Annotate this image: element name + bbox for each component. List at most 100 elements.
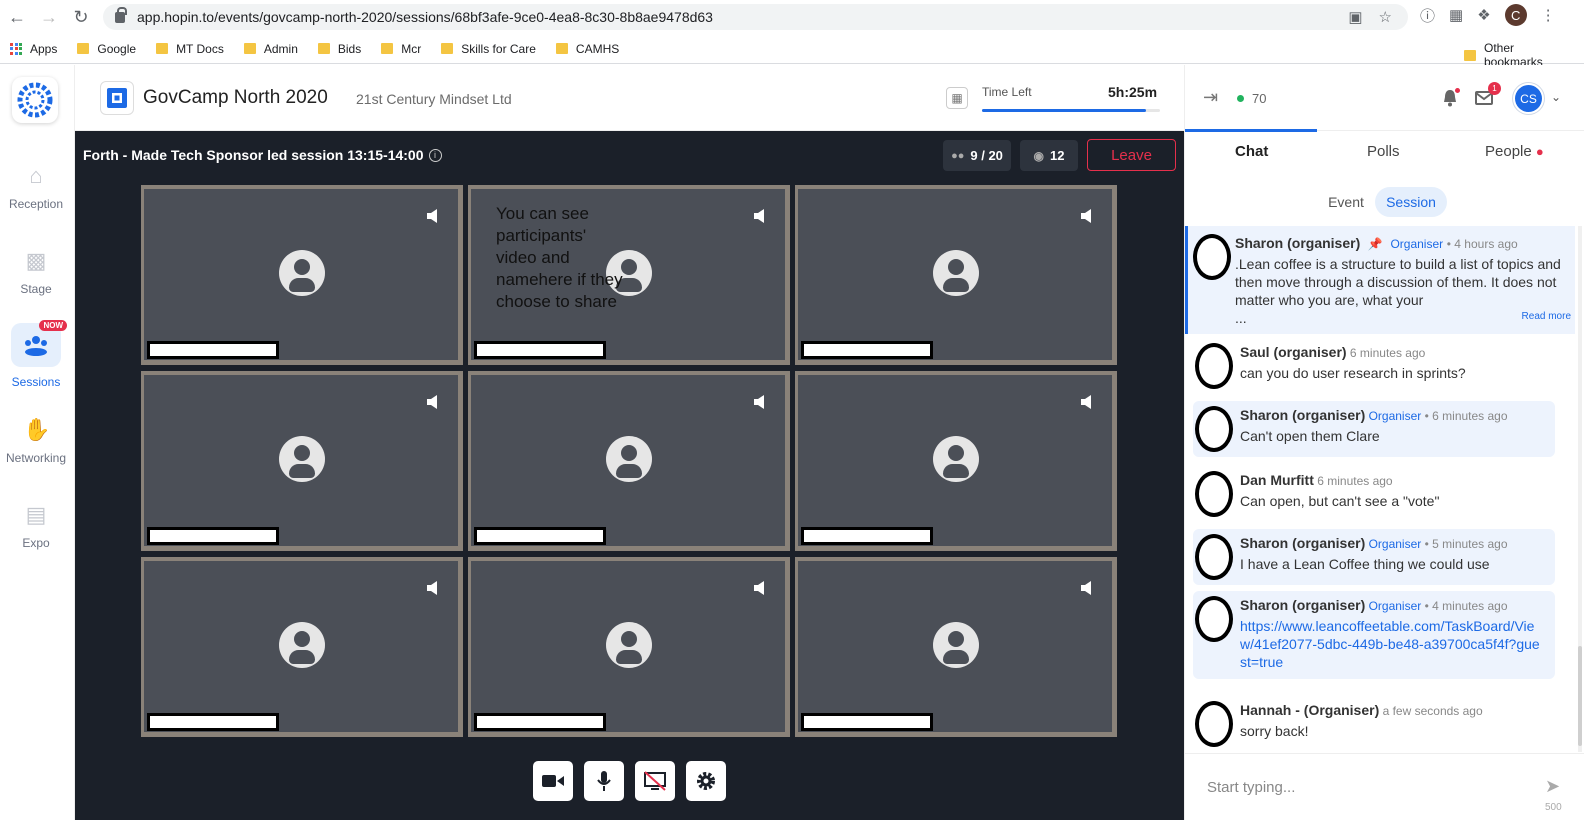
sidebar-item-networking[interactable]: ✋ Networking: [0, 417, 72, 465]
collapse-panel-icon[interactable]: ⇥: [1203, 87, 1218, 108]
video-tile[interactable]: [141, 185, 463, 365]
bookmark-mt-docs[interactable]: MT Docs: [156, 42, 224, 56]
video-tile[interactable]: [795, 185, 1117, 365]
bookmark-camhs[interactable]: CAMHS: [555, 42, 619, 56]
bookmark-apps[interactable]: Apps: [10, 42, 57, 56]
avatar[interactable]: [1195, 406, 1233, 452]
message-author[interactable]: Dan Murfitt: [1240, 472, 1314, 488]
settings-button[interactable]: [686, 761, 726, 801]
chat-input[interactable]: [1207, 772, 1527, 802]
user-avatar[interactable]: CS: [1515, 85, 1542, 112]
tab-polls[interactable]: Polls: [1367, 143, 1400, 160]
sidebar-item-expo[interactable]: ▤ Expo: [0, 502, 72, 550]
volume-icon[interactable]: [1081, 581, 1093, 595]
message-author[interactable]: Saul (organiser): [1240, 344, 1347, 360]
message-role: Organiser: [1365, 537, 1425, 551]
volume-icon[interactable]: [427, 209, 439, 223]
sessions-icon: NOW: [11, 320, 67, 367]
avatar[interactable]: [1195, 471, 1233, 517]
message-link[interactable]: https://www.leancoffeetable.com/TaskBoar…: [1240, 617, 1545, 671]
avatar[interactable]: [1195, 343, 1233, 389]
camera-toggle-button[interactable]: [533, 761, 573, 801]
video-tile[interactable]: [468, 371, 790, 551]
subtab-event[interactable]: Event: [1321, 187, 1371, 217]
message-time: • 4 minutes ago: [1424, 599, 1508, 613]
bookmark-star-icon[interactable]: ☆: [1379, 8, 1392, 26]
puzzle-icon[interactable]: ❖: [1477, 6, 1490, 24]
menu-dots-icon[interactable]: ⋮: [1541, 6, 1556, 24]
avatar[interactable]: [1195, 701, 1233, 747]
leave-button[interactable]: Leave: [1087, 139, 1176, 171]
avatar[interactable]: [1195, 534, 1233, 580]
address-bar[interactable]: app.hopin.to/events/govcamp-north-2020/s…: [103, 4, 1408, 30]
participant-placeholder-icon: [279, 622, 325, 668]
sidebar-item-reception[interactable]: ⌂ Reception: [0, 163, 72, 211]
time-left-progress-fill: [982, 109, 1146, 112]
participant-name-box: [474, 341, 606, 359]
subtab-session[interactable]: Session: [1375, 187, 1447, 217]
hopin-logo[interactable]: [12, 77, 58, 123]
message-author[interactable]: Hannah - (Organiser): [1240, 702, 1379, 718]
event-organizer[interactable]: 21st Century Mindset Ltd: [356, 91, 512, 107]
messages-button[interactable]: 1: [1475, 82, 1501, 111]
calendar-icon[interactable]: ▦: [946, 87, 968, 109]
avatar: [1193, 234, 1231, 280]
screen-share-button[interactable]: [635, 761, 675, 801]
volume-icon[interactable]: [754, 395, 766, 409]
bookmark-skills-for-care[interactable]: Skills for Care: [441, 42, 536, 56]
video-tile[interactable]: [468, 557, 790, 737]
microphone-toggle-button[interactable]: [584, 761, 624, 801]
video-tile[interactable]: [141, 557, 463, 737]
participant-name-box: [147, 527, 279, 545]
viewer-count: ◉ 12: [1020, 140, 1078, 171]
read-more-link[interactable]: Read more: [1522, 311, 1571, 322]
list-item: Hannah - (Organiser) a few seconds ago so…: [1193, 696, 1555, 752]
back-arrow-icon[interactable]: ←: [2, 2, 32, 32]
mail-badge: 1: [1488, 82, 1501, 95]
extension-icon[interactable]: ▦: [1449, 6, 1463, 24]
sidebar-item-sessions[interactable]: NOW Sessions: [0, 320, 72, 389]
browser-toolbar: ← → ↻ app.hopin.to/events/govcamp-north-…: [0, 0, 1584, 34]
bookmark-bids[interactable]: Bids: [317, 42, 361, 56]
chat-scrollbar[interactable]: [1578, 226, 1582, 752]
message-time: 6 minutes ago: [1346, 346, 1426, 360]
message-header: Saul (organiser) 6 minutes ago: [1240, 344, 1425, 360]
message-author[interactable]: Sharon (organiser): [1240, 597, 1365, 613]
message-author[interactable]: Sharon (organiser): [1240, 407, 1365, 423]
extension-info-icon[interactable]: ⓘ: [1420, 5, 1435, 26]
participant-name-box: [801, 713, 933, 731]
volume-icon[interactable]: [1081, 395, 1093, 409]
reload-icon[interactable]: ↻: [66, 2, 96, 32]
video-tile[interactable]: You can see participants' video and name…: [468, 185, 790, 365]
message-author[interactable]: Sharon (organiser): [1240, 535, 1365, 551]
volume-icon[interactable]: [754, 209, 766, 223]
video-tile[interactable]: [795, 557, 1117, 737]
session-stage: Forth - Made Tech Sponsor led session 13…: [75, 131, 1184, 820]
info-icon[interactable]: i: [428, 148, 442, 162]
tab-people[interactable]: People ●: [1485, 143, 1544, 160]
volume-icon[interactable]: [427, 581, 439, 595]
chevron-down-icon[interactable]: ⌄: [1551, 90, 1561, 104]
avatar[interactable]: [1195, 596, 1233, 642]
volume-icon[interactable]: [1081, 209, 1093, 223]
camera-blocked-icon[interactable]: ▣: [1348, 8, 1362, 26]
video-tile[interactable]: [141, 371, 463, 551]
forward-arrow-icon[interactable]: →: [34, 2, 64, 32]
video-tile[interactable]: [795, 371, 1117, 551]
tab-chat[interactable]: Chat: [1235, 143, 1268, 160]
apps-grid-icon: [10, 42, 22, 55]
chat-scope-tabs: Event Session: [1185, 187, 1584, 217]
people-alert-dot: ●: [1535, 144, 1544, 159]
bookmark-google[interactable]: Google: [77, 42, 136, 56]
sidebar-item-stage[interactable]: ▩ Stage: [0, 248, 72, 296]
message-time: • 5 minutes ago: [1424, 537, 1508, 551]
notifications-button[interactable]: [1441, 87, 1461, 112]
bookmark-admin[interactable]: Admin: [243, 42, 298, 56]
volume-icon[interactable]: [427, 395, 439, 409]
send-icon[interactable]: ➤: [1545, 776, 1560, 797]
volume-icon[interactable]: [754, 581, 766, 595]
time-left-label: Time Left: [982, 85, 1032, 99]
bookmark-mcr[interactable]: Mcr: [381, 42, 421, 56]
profile-avatar[interactable]: C: [1504, 4, 1527, 26]
event-sidebar: ⌂ Reception ▩ Stage NOW Sessions ✋ Netwo…: [0, 65, 75, 820]
